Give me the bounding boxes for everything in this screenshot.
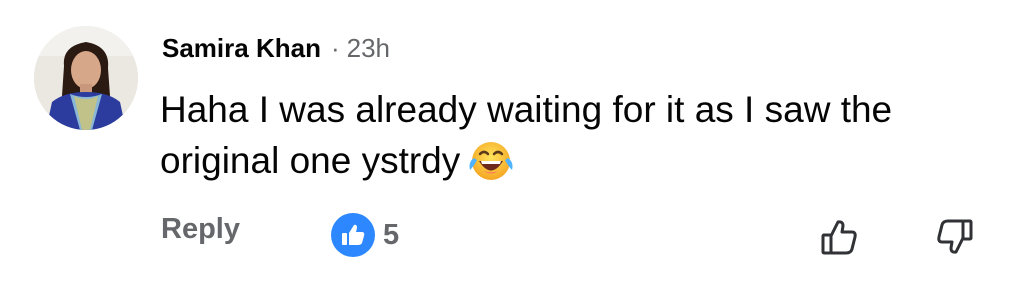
timestamp[interactable]: 23h [347,33,390,64]
upvote-button[interactable] [816,214,862,260]
meta-separator: · [330,32,340,63]
thumbs-up-outline-icon [821,220,857,255]
reaction-count: 5 [383,218,400,251]
avatar-image [34,26,138,130]
avatar[interactable] [34,26,138,130]
author-name[interactable]: Samira Khan [162,33,321,64]
comment-body: Haha I was already waiting for it as I s… [160,84,980,195]
face-with-tears-of-joy-icon [468,140,514,195]
reply-button[interactable]: Reply [161,213,240,246]
thumbs-down-outline-icon [937,219,973,254]
comment-text: Haha I was already waiting for it as I s… [160,89,903,181]
comment-header: Samira Khan · 23h [162,30,390,66]
like-reaction-icon [331,213,375,257]
reaction-summary[interactable]: 5 [331,213,399,257]
downvote-button[interactable] [932,214,978,260]
